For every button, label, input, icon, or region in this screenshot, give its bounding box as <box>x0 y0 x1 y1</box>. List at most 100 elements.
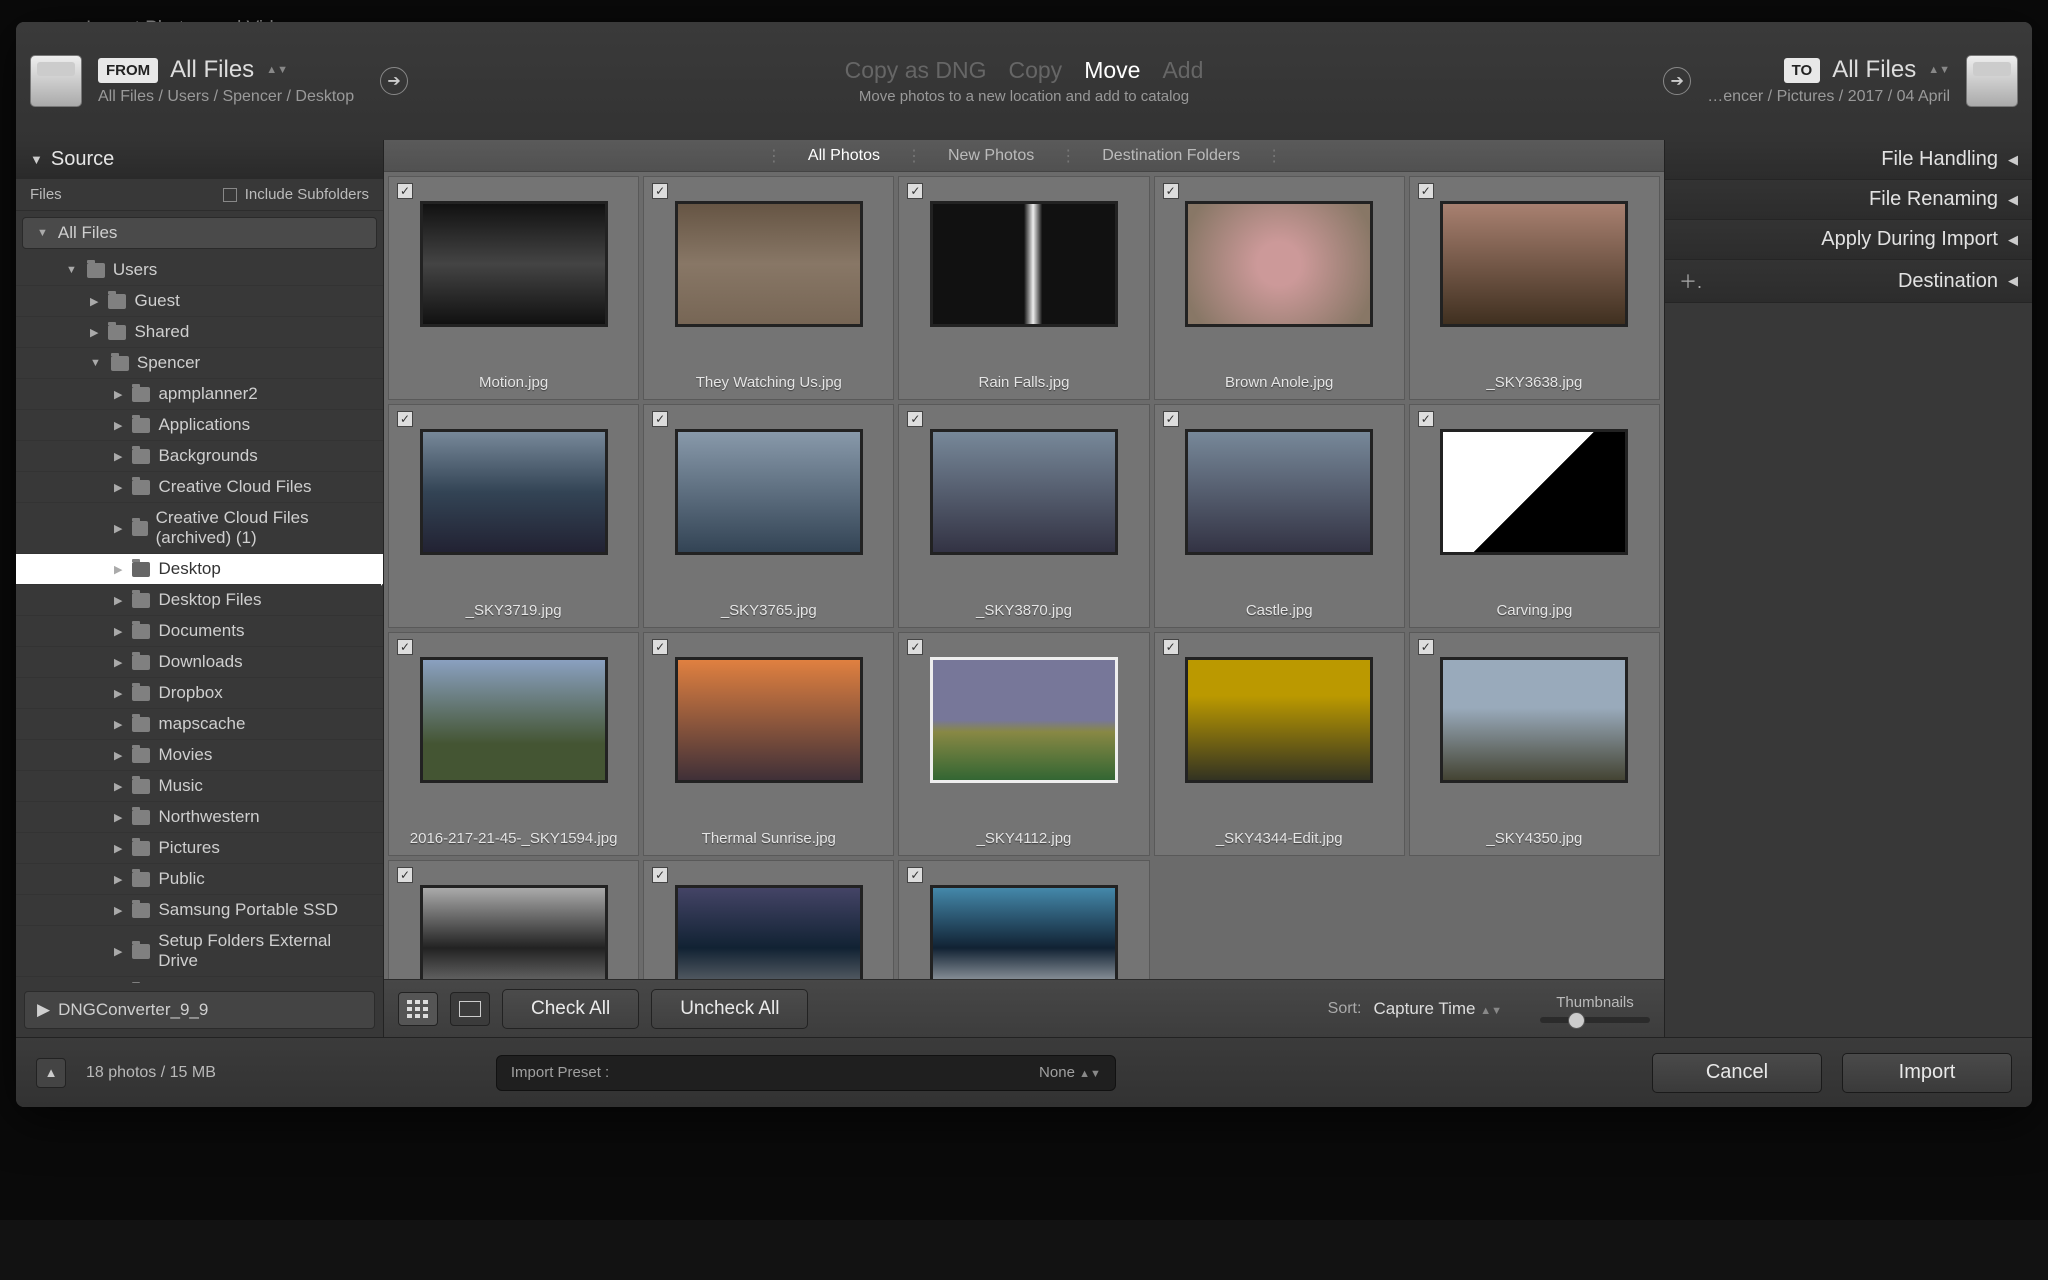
folder-item[interactable]: ▶Creative Cloud Files <box>16 472 383 503</box>
folder-item[interactable]: ▶apmplanner2 <box>16 379 383 410</box>
thumbnail-cell[interactable]: ✓ <box>643 860 894 979</box>
thumbnail-checkbox[interactable]: ✓ <box>907 411 923 427</box>
minimize-icon[interactable]: ▲ <box>36 1058 66 1088</box>
all-files-root[interactable]: ▼ All Files <box>22 217 377 249</box>
thumbnail-cell[interactable]: ✓Carving.jpg <box>1409 404 1660 628</box>
folder-item[interactable]: ▶Sites <box>16 977 383 983</box>
folder-item[interactable]: ▶Music <box>16 771 383 802</box>
thumbnail-cell[interactable]: ✓Rain Falls.jpg <box>898 176 1149 400</box>
folder-item[interactable]: ▶Dropbox <box>16 678 383 709</box>
arrow-right-icon[interactable]: ➔ <box>380 67 408 95</box>
arrow-right-icon[interactable]: ➔ <box>1663 67 1691 95</box>
thumbnail-cell[interactable]: ✓ <box>388 860 639 979</box>
tab-new-photos[interactable]: New Photos <box>948 147 1034 165</box>
thumbnail-cell[interactable]: ✓Thermal Sunrise.jpg <box>643 632 894 856</box>
folder-item[interactable]: ▶Pictures <box>16 833 383 864</box>
folder-tree[interactable]: ▼Users▶Guest▶Shared▼Spencer▶apmplanner2▶… <box>16 255 383 983</box>
thumbnail-cell[interactable]: ✓Castle.jpg <box>1154 404 1405 628</box>
thumbnail-cell[interactable]: ✓_SKY4112.jpg <box>898 632 1149 856</box>
plus-icon[interactable]: ＋. <box>1679 268 1702 294</box>
folder-item[interactable]: ▶Public <box>16 864 383 895</box>
from-location[interactable]: All Files <box>170 56 254 84</box>
folder-item[interactable]: ▶Applications <box>16 410 383 441</box>
thumbnail-cell[interactable]: ✓_SKY3765.jpg <box>643 404 894 628</box>
thumbnail-checkbox[interactable]: ✓ <box>397 639 413 655</box>
section-file-handling[interactable]: File Handling◀ <box>1665 140 2032 180</box>
grid-footer: Check All Uncheck All Sort: Capture Time… <box>384 979 1664 1037</box>
folder-item[interactable]: ▶Desktop Files <box>16 585 383 616</box>
sort-dropdown[interactable]: Capture Time ▲▼ <box>1373 999 1502 1019</box>
folder-item[interactable]: ▶mapscache <box>16 709 383 740</box>
folder-item[interactable]: ▶Backgrounds <box>16 441 383 472</box>
import-preset-dropdown[interactable]: Import Preset : None ▲▼ <box>496 1055 1116 1091</box>
tab-destination-folders[interactable]: Destination Folders <box>1102 147 1240 165</box>
thumbnail-checkbox[interactable]: ✓ <box>652 639 668 655</box>
folder-item[interactable]: ▶Downloads <box>16 647 383 678</box>
source-header[interactable]: ▼ Source <box>16 140 383 179</box>
thumbnail-checkbox[interactable]: ✓ <box>1163 183 1179 199</box>
thumbnail-cell[interactable]: ✓_SKY3870.jpg <box>898 404 1149 628</box>
folder-item[interactable]: ▼Users <box>16 255 383 286</box>
chevron-left-icon: ◀ <box>2008 273 2018 289</box>
thumbnail-cell[interactable]: ✓_SKY4350.jpg <box>1409 632 1660 856</box>
folder-item[interactable]: ▶Guest <box>16 286 383 317</box>
section-apply-during-import[interactable]: Apply During Import◀ <box>1665 220 2032 260</box>
folder-item[interactable]: ▼Spencer <box>16 348 383 379</box>
folder-item[interactable]: ▶Shared <box>16 317 383 348</box>
include-subfolders-checkbox[interactable] <box>223 188 237 202</box>
folder-item[interactable]: ▶Desktop <box>16 554 383 585</box>
tab-all-photos[interactable]: All Photos <box>808 147 880 165</box>
folder-label: Users <box>113 260 157 280</box>
thumbnail-checkbox[interactable]: ✓ <box>1418 411 1434 427</box>
thumbnail-checkbox[interactable]: ✓ <box>397 867 413 883</box>
folder-item[interactable]: ▶Documents <box>16 616 383 647</box>
thumbnail-checkbox[interactable]: ✓ <box>1163 411 1179 427</box>
uncheck-all-button[interactable]: Uncheck All <box>651 989 808 1029</box>
thumbnail-cell[interactable]: ✓_SKY3719.jpg <box>388 404 639 628</box>
action-move[interactable]: Move <box>1084 57 1140 84</box>
thumbnail-slider[interactable] <box>1540 1017 1650 1023</box>
folder-item[interactable]: ▶Creative Cloud Files (archived) (1) <box>16 503 383 554</box>
thumbnail-cell[interactable]: ✓They Watching Us.jpg <box>643 176 894 400</box>
thumbnail-checkbox[interactable]: ✓ <box>1163 639 1179 655</box>
dng-converter-item[interactable]: ▶ DNGConverter_9_9 <box>24 991 375 1029</box>
thumbnail-cell[interactable]: ✓_SKY3638.jpg <box>1409 176 1660 400</box>
thumbnail-checkbox[interactable]: ✓ <box>1418 183 1434 199</box>
folder-item[interactable]: ▶Samsung Portable SSD <box>16 895 383 926</box>
folder-item[interactable]: ▶Northwestern <box>16 802 383 833</box>
folder-item[interactable]: ▶Movies <box>16 740 383 771</box>
cancel-button[interactable]: Cancel <box>1652 1053 1822 1093</box>
folder-label: Public <box>158 869 204 889</box>
thumbnail-cell[interactable]: ✓ <box>898 860 1149 979</box>
action-copy[interactable]: Copy <box>1008 57 1062 84</box>
section-file-renaming[interactable]: File Renaming◀ <box>1665 180 2032 220</box>
action-copy-dng[interactable]: Copy as DNG <box>845 57 987 84</box>
right-panel: File Handling◀ File Renaming◀ Apply Duri… <box>1664 140 2032 1037</box>
thumbnail-checkbox[interactable]: ✓ <box>907 867 923 883</box>
thumbnail-cell[interactable]: ✓2016-217-21-45-_SKY1594.jpg <box>388 632 639 856</box>
thumbnail-checkbox[interactable]: ✓ <box>652 867 668 883</box>
disclosure-triangle-icon: ▶ <box>114 522 122 535</box>
action-add[interactable]: Add <box>1162 57 1203 84</box>
thumbnail-cell[interactable]: ✓Brown Anole.jpg <box>1154 176 1405 400</box>
thumbnail-cell[interactable]: ✓_SKY4344-Edit.jpg <box>1154 632 1405 856</box>
thumbnail-checkbox[interactable]: ✓ <box>397 411 413 427</box>
thumbnail-checkbox[interactable]: ✓ <box>652 411 668 427</box>
thumbnail-checkbox[interactable]: ✓ <box>907 183 923 199</box>
thumbnail-image <box>675 657 863 783</box>
thumbnail-checkbox[interactable]: ✓ <box>397 183 413 199</box>
thumbnail-image <box>1440 657 1628 783</box>
section-destination[interactable]: ＋. Destination◀ <box>1665 260 2032 303</box>
loupe-view-icon[interactable] <box>450 992 490 1026</box>
import-button[interactable]: Import <box>1842 1053 2012 1093</box>
folder-item[interactable]: ▶Setup Folders External Drive <box>16 926 383 977</box>
thumbnail-cell[interactable]: ✓Motion.jpg <box>388 176 639 400</box>
to-block[interactable]: ➔ TO All Files ▲▼ …encer / Pictures / 20… <box>1653 55 2018 107</box>
grid-view-icon[interactable] <box>398 992 438 1026</box>
check-all-button[interactable]: Check All <box>502 989 639 1029</box>
to-location[interactable]: All Files <box>1832 56 1916 84</box>
thumbnail-checkbox[interactable]: ✓ <box>907 639 923 655</box>
thumbnail-checkbox[interactable]: ✓ <box>1418 639 1434 655</box>
from-block[interactable]: FROM All Files ▲▼ All Files / Users / Sp… <box>30 55 408 107</box>
thumbnail-checkbox[interactable]: ✓ <box>652 183 668 199</box>
